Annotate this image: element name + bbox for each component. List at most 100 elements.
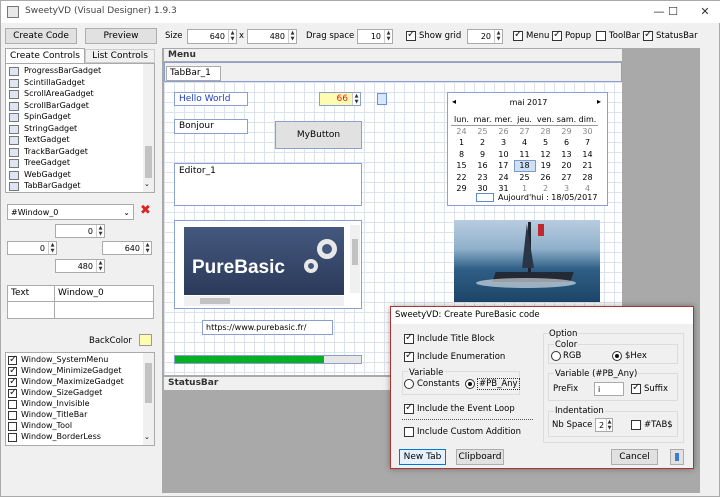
flag-checkbox[interactable]	[8, 365, 17, 376]
height-input[interactable]: 480 ▲ ▼	[55, 259, 105, 273]
calendar-day[interactable]: 24	[451, 126, 472, 138]
suffix-checkbox[interactable]	[631, 382, 641, 394]
tabbar-gadget[interactable]: TabBar_1 ✕	[164, 62, 622, 91]
window-flag-item[interactable]: Window_Tool	[6, 421, 154, 432]
editor-gadget[interactable]: Editor_1	[174, 163, 362, 206]
flag-checkbox[interactable]	[8, 422, 17, 431]
calendar-day[interactable]: 6	[556, 137, 577, 149]
calendar-day[interactable]: 9	[472, 149, 493, 161]
prop-value[interactable]: Window_0	[55, 286, 153, 302]
create-code-button[interactable]: Create Code	[5, 28, 77, 44]
window-flag-item[interactable]: Window_Invisible	[6, 399, 154, 410]
mybutton-gadget[interactable]: MyButton	[275, 121, 362, 149]
window-flag-item[interactable]: Window_MinimizeGadget	[6, 365, 154, 377]
calendar-day[interactable]: 25	[472, 126, 493, 138]
calendar-day[interactable]: 11	[514, 149, 535, 161]
progressbar-gadget[interactable]	[174, 355, 362, 364]
tab-create-controls[interactable]: Create Controls	[5, 48, 85, 63]
boat-image[interactable]	[454, 220, 600, 302]
gadget-list-item[interactable]: ScintillaGadget	[6, 78, 154, 90]
prefix-input[interactable]: i	[594, 382, 624, 396]
include-event-checkbox[interactable]	[404, 402, 414, 414]
maximize-button[interactable]: ☐	[659, 4, 687, 20]
gadget-list-item[interactable]: TabBarGadget	[6, 181, 154, 192]
show-grid-checkbox[interactable]	[406, 29, 416, 41]
size-height-input[interactable]: 480 ▲ ▼	[247, 29, 297, 44]
include-custom-checkbox[interactable]	[404, 427, 414, 437]
calendar-day[interactable]: 24	[493, 172, 514, 184]
calendar-day[interactable]: 16	[472, 160, 493, 172]
clipboard-button[interactable]: Clipboard	[456, 449, 504, 465]
tab-list-controls[interactable]: List Controls	[85, 49, 155, 63]
next-month-icon[interactable]: ▸	[597, 97, 601, 106]
flag-checkbox[interactable]	[8, 387, 17, 398]
calendar-day[interactable]: 27	[556, 172, 577, 184]
flag-checkbox[interactable]	[8, 411, 17, 420]
preview-button[interactable]: Preview	[85, 28, 157, 44]
include-title-checkbox[interactable]	[404, 332, 414, 344]
design-scrollbar[interactable]	[700, 48, 718, 493]
delete-icon[interactable]: ✖	[138, 204, 153, 219]
calendar-day[interactable]: 29	[451, 183, 472, 195]
gadget-list-item[interactable]: TrackBarGadget	[6, 147, 154, 159]
backcolor-swatch[interactable]	[139, 334, 152, 346]
gadget-list-item[interactable]: TextGadget	[6, 135, 154, 147]
window-select[interactable]: #Window_0 ⌄	[7, 204, 134, 220]
grid-size-input[interactable]: 20 ▲ ▼	[467, 29, 503, 44]
gadget-list-item[interactable]: TreeGadget	[6, 158, 154, 170]
chevron-down-icon[interactable]: ⌄	[144, 433, 150, 441]
bonjour-text[interactable]: Bonjour	[174, 119, 248, 134]
calendar-day[interactable]: 21	[577, 160, 598, 172]
calendar-day[interactable]: 29	[556, 126, 577, 138]
constants-radio[interactable]	[404, 379, 414, 389]
calendar-day[interactable]: 26	[535, 172, 556, 184]
calendar-day[interactable]: 27	[514, 126, 535, 138]
calendar-day[interactable]: 26	[493, 126, 514, 138]
statusbar-checkbox[interactable]	[643, 29, 653, 41]
calendar-day[interactable]: 12	[535, 149, 556, 161]
window-flag-item[interactable]: Window_SizeGadget	[6, 387, 154, 399]
url-string-gadget[interactable]: https://www.purebasic.fr/	[202, 320, 333, 335]
gadget-list-item[interactable]: WebGadget	[6, 170, 154, 182]
calendar-day[interactable]: 8	[451, 149, 472, 161]
gadget-list-item[interactable]: SpinGadget	[6, 112, 154, 124]
calendar-day[interactable]: 7	[577, 137, 598, 149]
pb-any-radio[interactable]	[465, 379, 475, 389]
calendar-day[interactable]: 3	[493, 137, 514, 149]
scrollarea-gadget[interactable]: PureBasic	[174, 220, 362, 309]
calendar-day[interactable]: 18	[513, 159, 536, 172]
cancel-button[interactable]: Cancel	[611, 449, 658, 465]
gadget-list-item[interactable]: ProgressBarGadget	[6, 66, 154, 78]
menu-checkbox[interactable]	[513, 29, 523, 41]
scrollarea-hscroll[interactable]	[184, 296, 344, 306]
new-tab-button[interactable]: New Tab	[399, 449, 446, 465]
hello-world-text[interactable]: Hello World	[174, 92, 248, 106]
calendar-day[interactable]: 23	[472, 172, 493, 184]
rgb-radio[interactable]	[551, 351, 561, 361]
spin-gadget[interactable]: 66 ▲ ▼	[319, 92, 361, 106]
flag-checkbox[interactable]	[8, 433, 17, 442]
window-flag-item[interactable]: Window_MaximizeGadget	[6, 376, 154, 388]
calendar-day[interactable]: 14	[577, 149, 598, 161]
include-enum-checkbox[interactable]	[404, 350, 414, 362]
chevron-down-icon[interactable]: ⌄	[144, 180, 150, 188]
gadget-list-scrollbar[interactable]: ⌄	[143, 64, 154, 192]
size-width-input[interactable]: 640 ▲ ▼	[187, 29, 237, 44]
tab-tabbar-1[interactable]: TabBar_1 ✕	[166, 66, 221, 91]
gadget-list-item[interactable]: StringGadget	[6, 124, 154, 136]
gadget-icon[interactable]	[377, 93, 387, 105]
window-flag-item[interactable]: Window_TitleBar	[6, 410, 154, 421]
scrollarea-vscroll[interactable]	[350, 225, 360, 293]
gadget-list-item[interactable]: ScrollBarGadget	[6, 101, 154, 113]
calendar-day[interactable]: 5	[535, 137, 556, 149]
drag-space-input[interactable]: 10 ▲ ▼	[357, 29, 393, 44]
calendar-day[interactable]: 10	[493, 149, 514, 161]
menu-bar[interactable]: Menu	[164, 49, 622, 61]
calendar-day[interactable]: 2	[472, 137, 493, 149]
info-icon[interactable]	[670, 449, 684, 465]
gadget-list-item[interactable]: ScrollAreaGadget	[6, 89, 154, 101]
pos-x-input[interactable]: 0 ▲ ▼	[7, 241, 57, 255]
calendar-day[interactable]: 13	[556, 149, 577, 161]
calendar-day[interactable]: 22	[451, 172, 472, 184]
flag-checkbox[interactable]	[8, 400, 17, 409]
